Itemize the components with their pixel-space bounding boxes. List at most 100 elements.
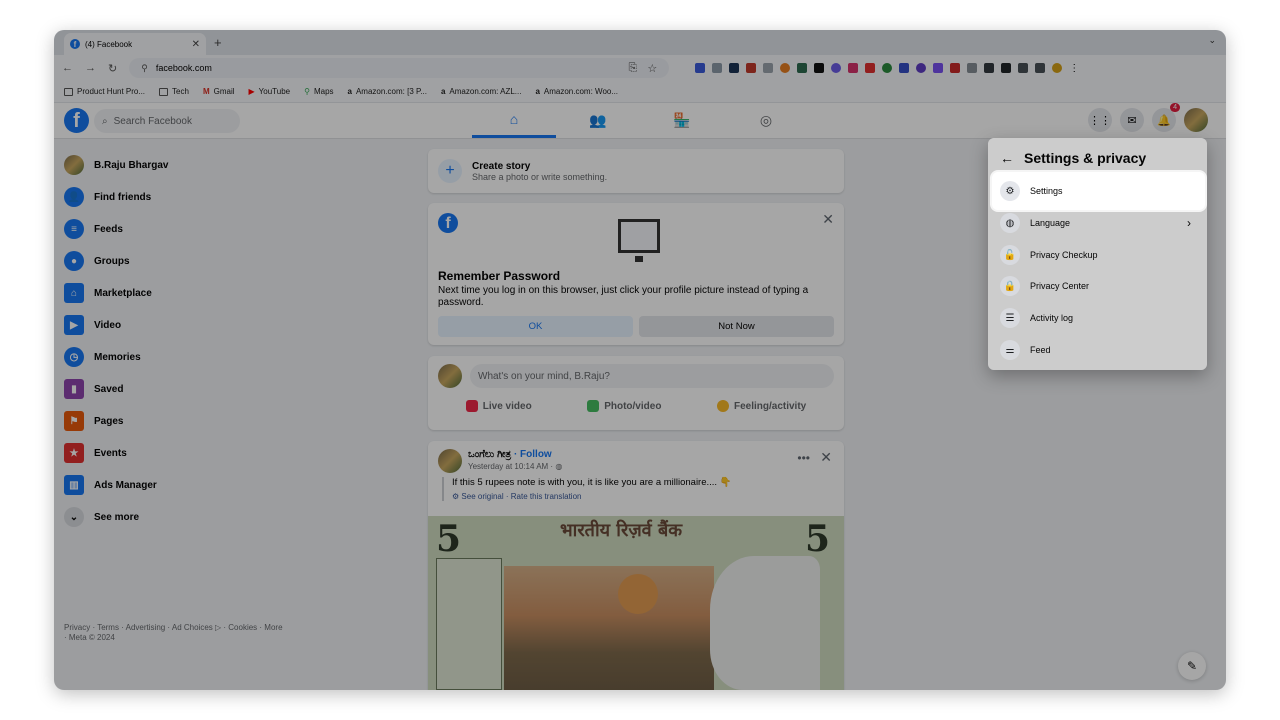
youtube-icon: ▶ — [248, 87, 255, 96]
bookmark-item[interactable]: ⚲ Maps — [304, 87, 333, 96]
post-timestamp[interactable]: Yesterday at 10:14 AM · — [468, 462, 553, 471]
extension-icon[interactable] — [695, 63, 706, 73]
groups-icon: ◎ — [759, 112, 773, 128]
extension-icon[interactable] — [882, 63, 893, 73]
menu-item-language[interactable]: ◍ Language › — [996, 207, 1199, 239]
bookmark-item[interactable]: a Amazon.com: AZL... — [441, 87, 521, 96]
browser-tab[interactable]: f (4) Facebook ✕ — [64, 33, 206, 55]
extension-icon[interactable] — [797, 63, 808, 73]
translation-links[interactable]: See original · Rate this translation — [461, 492, 581, 501]
kebab-menu-icon[interactable]: ⋮ — [1069, 63, 1079, 74]
reading-list-icon[interactable] — [1035, 63, 1046, 73]
composer-input[interactable]: What's on your mind, B.Raju? — [470, 364, 834, 388]
site-info-icon[interactable]: ⚲ — [141, 63, 148, 74]
feeling-activity-button[interactable]: Feeling/activity — [716, 400, 806, 412]
tab-marketplace[interactable]: 🏪 — [640, 103, 724, 138]
menu-grid-button[interactable]: ⋮⋮ — [1088, 108, 1112, 132]
forward-icon[interactable]: → — [85, 62, 96, 74]
menu-item-privacy-center[interactable]: 🔒 Privacy Center — [996, 270, 1199, 302]
close-icon[interactable]: ✕ — [820, 449, 832, 466]
avatar[interactable] — [438, 449, 462, 473]
extension-icon[interactable] — [984, 63, 995, 73]
extension-icon[interactable] — [763, 63, 774, 73]
gmail-icon: M — [202, 87, 210, 96]
follow-link[interactable]: · Follow — [514, 449, 552, 460]
menu-item-activity-log[interactable]: ☰ Activity log — [996, 302, 1199, 334]
not-now-button[interactable]: Not Now — [639, 316, 834, 337]
tab-friends[interactable]: 👥 — [556, 103, 640, 138]
menu-item-feed[interactable]: ⚌ Feed — [996, 334, 1199, 366]
new-message-button[interactable]: ✎ — [1178, 652, 1206, 680]
menu-item-settings[interactable]: ⚙ Settings — [992, 172, 1205, 210]
back-arrow-icon[interactable]: ← — [1000, 150, 1014, 166]
extension-icon[interactable] — [831, 63, 842, 73]
extension-icon[interactable] — [729, 63, 740, 73]
sidebar-item-find-friends[interactable]: 👤 Find friends — [62, 181, 262, 213]
settings-privacy-menu: ← Settings & privacy ⚙ Settings ◍ Langua… — [988, 138, 1207, 370]
extension-icon[interactable] — [712, 63, 723, 73]
sidebar-item-pages[interactable]: ⚑ Pages — [62, 405, 262, 437]
tab-home[interactable]: ⌂ — [472, 103, 556, 138]
sidebar-item-feeds[interactable]: ≡ Feeds — [62, 213, 262, 245]
sidebar-item-groups[interactable]: ● Groups — [62, 245, 262, 277]
post-image[interactable]: 5 भारतीय रिज़र्व बैंक 5 — [428, 516, 844, 690]
photo-video-button[interactable]: Photo/video — [587, 400, 661, 412]
notification-badge: 4 — [1170, 103, 1180, 112]
search-input[interactable]: ⌕ Search Facebook — [94, 109, 240, 133]
grid-icon: ⋮⋮ — [1089, 114, 1111, 127]
reload-icon[interactable]: ↻ — [108, 62, 117, 75]
puzzle-icon[interactable] — [1018, 63, 1029, 73]
facebook-logo-icon[interactable]: f — [64, 108, 89, 133]
sidebar-item-memories[interactable]: ◷ Memories — [62, 341, 262, 373]
tab-groups[interactable]: ◎ — [724, 103, 808, 138]
account-avatar-button[interactable] — [1184, 108, 1208, 132]
address-bar[interactable]: ⚲ facebook.com ⎘ ☆ — [129, 58, 670, 78]
bookmark-star-icon[interactable]: ☆ — [647, 62, 657, 75]
extension-icon[interactable] — [899, 63, 910, 73]
sidebar-item-saved[interactable]: ▮ Saved — [62, 373, 262, 405]
folder-icon — [64, 87, 73, 96]
sidebar-item-ads-manager[interactable]: ▥ Ads Manager — [62, 469, 262, 501]
sidebar-item-marketplace[interactable]: ⌂ Marketplace — [62, 277, 262, 309]
extension-icon[interactable] — [950, 63, 961, 73]
extension-icon[interactable] — [865, 63, 876, 73]
close-tab-icon[interactable]: ✕ — [192, 39, 200, 50]
messenger-button[interactable]: ✉ — [1120, 108, 1144, 132]
live-video-button[interactable]: Live video — [465, 400, 532, 412]
extension-icon[interactable] — [746, 63, 757, 73]
extension-icon[interactable] — [967, 63, 978, 73]
extension-icon[interactable] — [1001, 63, 1012, 73]
left-sidebar: B.Raju Bhargav 👤 Find friends ≡ Feeds ● Gro… — [62, 149, 262, 533]
extension-icon[interactable] — [848, 63, 859, 73]
ok-button[interactable]: OK — [438, 316, 633, 337]
sidebar-item-events[interactable]: ★ Events — [62, 437, 262, 469]
more-options-icon[interactable]: ••• — [797, 451, 810, 465]
bookmark-item[interactable]: Product Hunt Pro... — [64, 87, 145, 96]
extension-icon[interactable] — [814, 63, 825, 73]
notifications-button[interactable]: 🔔 4 — [1152, 103, 1180, 132]
bookmark-item[interactable]: a Amazon.com: Woo... — [535, 87, 618, 96]
extension-icon[interactable] — [780, 63, 791, 73]
bookmark-item[interactable]: Tech — [159, 87, 189, 96]
extension-icon[interactable] — [933, 63, 944, 73]
sidebar-item-video[interactable]: ▶ Video — [62, 309, 262, 341]
menu-item-privacy-checkup[interactable]: 🔓 Privacy Checkup — [996, 239, 1199, 271]
close-icon[interactable]: ✕ — [822, 211, 834, 228]
extension-icon[interactable] — [916, 63, 927, 73]
note-header: भारतीय रिज़र्व बैंक — [560, 520, 683, 541]
profile-avatar[interactable] — [1052, 63, 1063, 73]
footer-legal-links[interactable]: Privacy · Terms · Advertising · Ad Choic… — [64, 623, 284, 643]
sidebar-item-see-more[interactable]: ⌄ See more — [62, 501, 262, 533]
bookmark-item[interactable]: ▶ YouTube — [249, 87, 291, 96]
install-icon[interactable]: ⎘ — [629, 62, 638, 75]
create-story-card[interactable]: + Create story Share a photo or write so… — [428, 149, 844, 193]
post-author[interactable]: ಒಂಗೆಲು ಗೀತ್ರ — [468, 449, 511, 460]
back-icon[interactable]: ← — [62, 62, 73, 74]
post-text-block: If this 5 rupees note is with you, it is… — [442, 477, 732, 501]
new-tab-icon[interactable]: + — [214, 35, 222, 50]
folder-icon — [159, 87, 169, 96]
bookmark-item[interactable]: M Gmail — [203, 87, 235, 96]
bookmark-item[interactable]: a Amazon.com: [3 P... — [348, 87, 427, 96]
tab-search-icon[interactable]: ⌄ — [1208, 35, 1216, 46]
sidebar-item-profile[interactable]: B.Raju Bhargav — [62, 149, 262, 181]
